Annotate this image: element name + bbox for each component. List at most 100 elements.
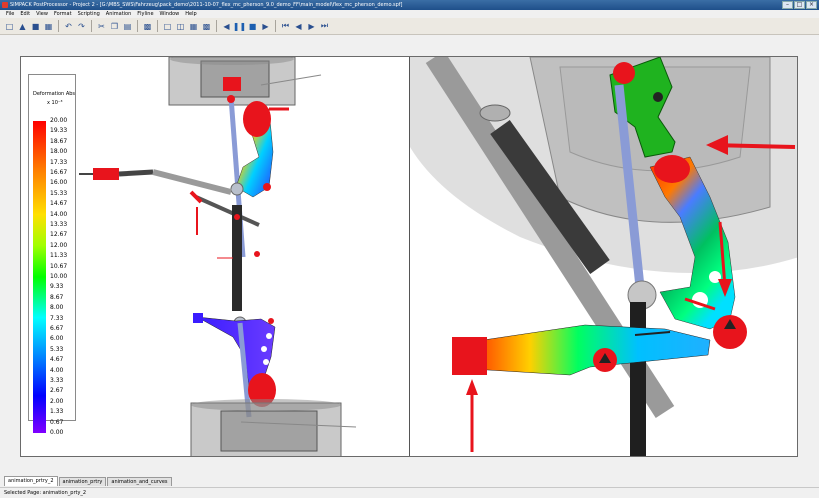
title-bar: SIMPACK PostProcessor - Project 2 - [G:\… (0, 0, 819, 10)
new-icon[interactable]: □ (4, 21, 15, 32)
step-forward-icon[interactable]: ▶ (306, 21, 317, 32)
menu-scripting[interactable]: Scripting (78, 10, 100, 18)
play-icon[interactable]: ▶ (260, 21, 271, 32)
toolbar-separator (275, 20, 276, 32)
tab-animation-prtry[interactable]: animation_prtry (58, 477, 107, 486)
legend-tick-label: 5.33 (50, 345, 64, 353)
legend-tick-label: 7.33 (50, 314, 64, 322)
color-bar (33, 121, 46, 433)
upper-red-block (223, 77, 241, 91)
legend-tick-label: 8.00 (50, 304, 64, 312)
toolbar: □ ▲ ■ ▦ ↶ ↷ ✂ ❐ ▤ ▩ □ ◫ ▦ ▩ ◀ ❚❚ ■ ▶ ⏮ ◀… (0, 18, 819, 35)
legend-tick-label: 13.33 (50, 221, 68, 228)
paste-icon[interactable]: ▤ (122, 21, 133, 32)
legend-tick-label: 12.67 (50, 231, 68, 239)
legend-tick-label: 17.33 (50, 158, 68, 166)
toolbar-separator (91, 20, 92, 32)
menu-help[interactable]: Help (185, 10, 196, 18)
layout-single-icon[interactable]: □ (162, 21, 173, 32)
menu-bar: File Edit View Format Scripting Animatio… (0, 10, 819, 18)
right-3d-view[interactable] (410, 57, 798, 457)
layout-split-icon[interactable]: ◫ (175, 21, 186, 32)
left-link (118, 169, 154, 177)
legend-tick-label: 14.67 (50, 200, 68, 208)
legend-tick-label: 6.67 (50, 325, 64, 332)
copy-icon[interactable]: ❐ (109, 21, 120, 32)
menu-window[interactable]: Window (160, 10, 180, 18)
layout-grid-icon[interactable]: ▦ (188, 21, 199, 32)
minimize-button[interactable]: – (782, 1, 793, 9)
pause-icon[interactable]: ❚❚ (233, 21, 246, 32)
toolbar-separator (58, 20, 59, 32)
legend-tick-label: 2.67 (50, 387, 64, 395)
step-back-icon[interactable]: ◀ (293, 21, 304, 32)
page-tabs: animation_prtry_2 animation_prtry animat… (0, 475, 819, 486)
open-icon[interactable]: ▲ (17, 21, 28, 32)
upper-red-disc (243, 101, 271, 137)
redo-icon[interactable]: ↷ (76, 21, 87, 32)
page-layout-icon[interactable]: ▩ (142, 21, 153, 32)
legend-tick-label: 8.67 (50, 293, 64, 301)
legend-tick-label: 18.00 (50, 148, 68, 156)
legend-tick-label: 10.67 (50, 262, 68, 270)
legend-tick-label: 20.00 (50, 117, 68, 124)
legend-tick-label: 4.67 (50, 356, 64, 364)
legend-tick-label: 0.00 (50, 429, 64, 436)
menu-view[interactable]: View (36, 10, 48, 18)
upper-ball-joint (230, 182, 244, 196)
legend-tick-label: 16.00 (50, 179, 68, 187)
last-frame-icon[interactable]: ⏭ (319, 21, 330, 32)
toolbar-separator (216, 20, 217, 32)
maximize-button[interactable]: □ (794, 1, 805, 9)
left-3d-view[interactable] (21, 57, 409, 457)
legend-tick-label: 3.33 (50, 377, 64, 384)
legend-tick-label: 10.00 (50, 273, 68, 280)
legend-tick-label: 14.00 (50, 210, 68, 218)
deformed-lower-arm (469, 324, 711, 376)
tab-animation-and-curves[interactable]: animation_and_curves (107, 477, 172, 486)
dark-strut (630, 302, 646, 456)
menu-edit[interactable]: Edit (20, 10, 30, 18)
stop-icon[interactable]: ■ (247, 21, 258, 32)
undo-icon[interactable]: ↶ (63, 21, 74, 32)
window-controls: – □ × (782, 1, 817, 9)
status-bar: Selected Page: animation_prty_2 (0, 487, 819, 498)
app-icon (2, 2, 8, 8)
first-frame-icon[interactable]: ⏮ (280, 21, 291, 32)
menu-format[interactable]: Format (54, 10, 72, 18)
window-title: SIMPACK PostProcessor - Project 2 - [G:\… (10, 2, 403, 8)
legend-tick-label: 18.67 (50, 137, 68, 145)
play-backward-icon[interactable]: ◀ (221, 21, 232, 32)
legend-exponent: x 10⁻³ (47, 100, 63, 106)
legend-tick-label: 11.33 (50, 252, 68, 260)
legend-title: Deformation Abs (33, 91, 76, 97)
legend-tick-label: 1.33 (50, 408, 64, 416)
legend-tick-label: 12.00 (50, 241, 68, 249)
legend-tick-label: 2.00 (50, 397, 64, 405)
legend-tick-label: 15.33 (50, 189, 68, 197)
close-button[interactable]: × (806, 1, 817, 9)
menu-file[interactable]: File (6, 10, 14, 18)
print-icon[interactable]: ▦ (43, 21, 54, 32)
color-legend: Deformation Abs x 10⁻³ 20.00 19.33 18.67 18… (28, 74, 76, 436)
rod-joint-top (227, 95, 235, 103)
tab-animation-prtry-2[interactable]: animation_prtry_2 (4, 476, 58, 486)
legend-tick-label: 9.33 (50, 283, 64, 291)
menu-animation[interactable]: Animation (106, 10, 132, 18)
legend-tick-label: 16.67 (50, 169, 68, 176)
legend-tick-label: 0.67 (50, 418, 64, 426)
lower-mount-inner (220, 410, 318, 452)
animation-page[interactable]: Deformation Abs x 10⁻³ 20.00 19.33 18.67 18… (20, 56, 798, 457)
legend-tick-label: 4.00 (50, 366, 64, 374)
legend-tick-label: 6.00 (50, 335, 64, 343)
legend-tick-label: 19.33 (50, 127, 68, 135)
toolbar-separator (157, 20, 158, 32)
toolbar-separator (137, 20, 138, 32)
save-icon[interactable]: ■ (30, 21, 41, 32)
layout-quad-icon[interactable]: ▩ (201, 21, 212, 32)
cut-icon[interactable]: ✂ (96, 21, 107, 32)
left-red-bushing (93, 168, 119, 180)
left-bushing (452, 337, 487, 375)
menu-flyline[interactable]: Flyline (137, 10, 153, 18)
status-text: Selected Page: animation_prty_2 (4, 490, 87, 496)
